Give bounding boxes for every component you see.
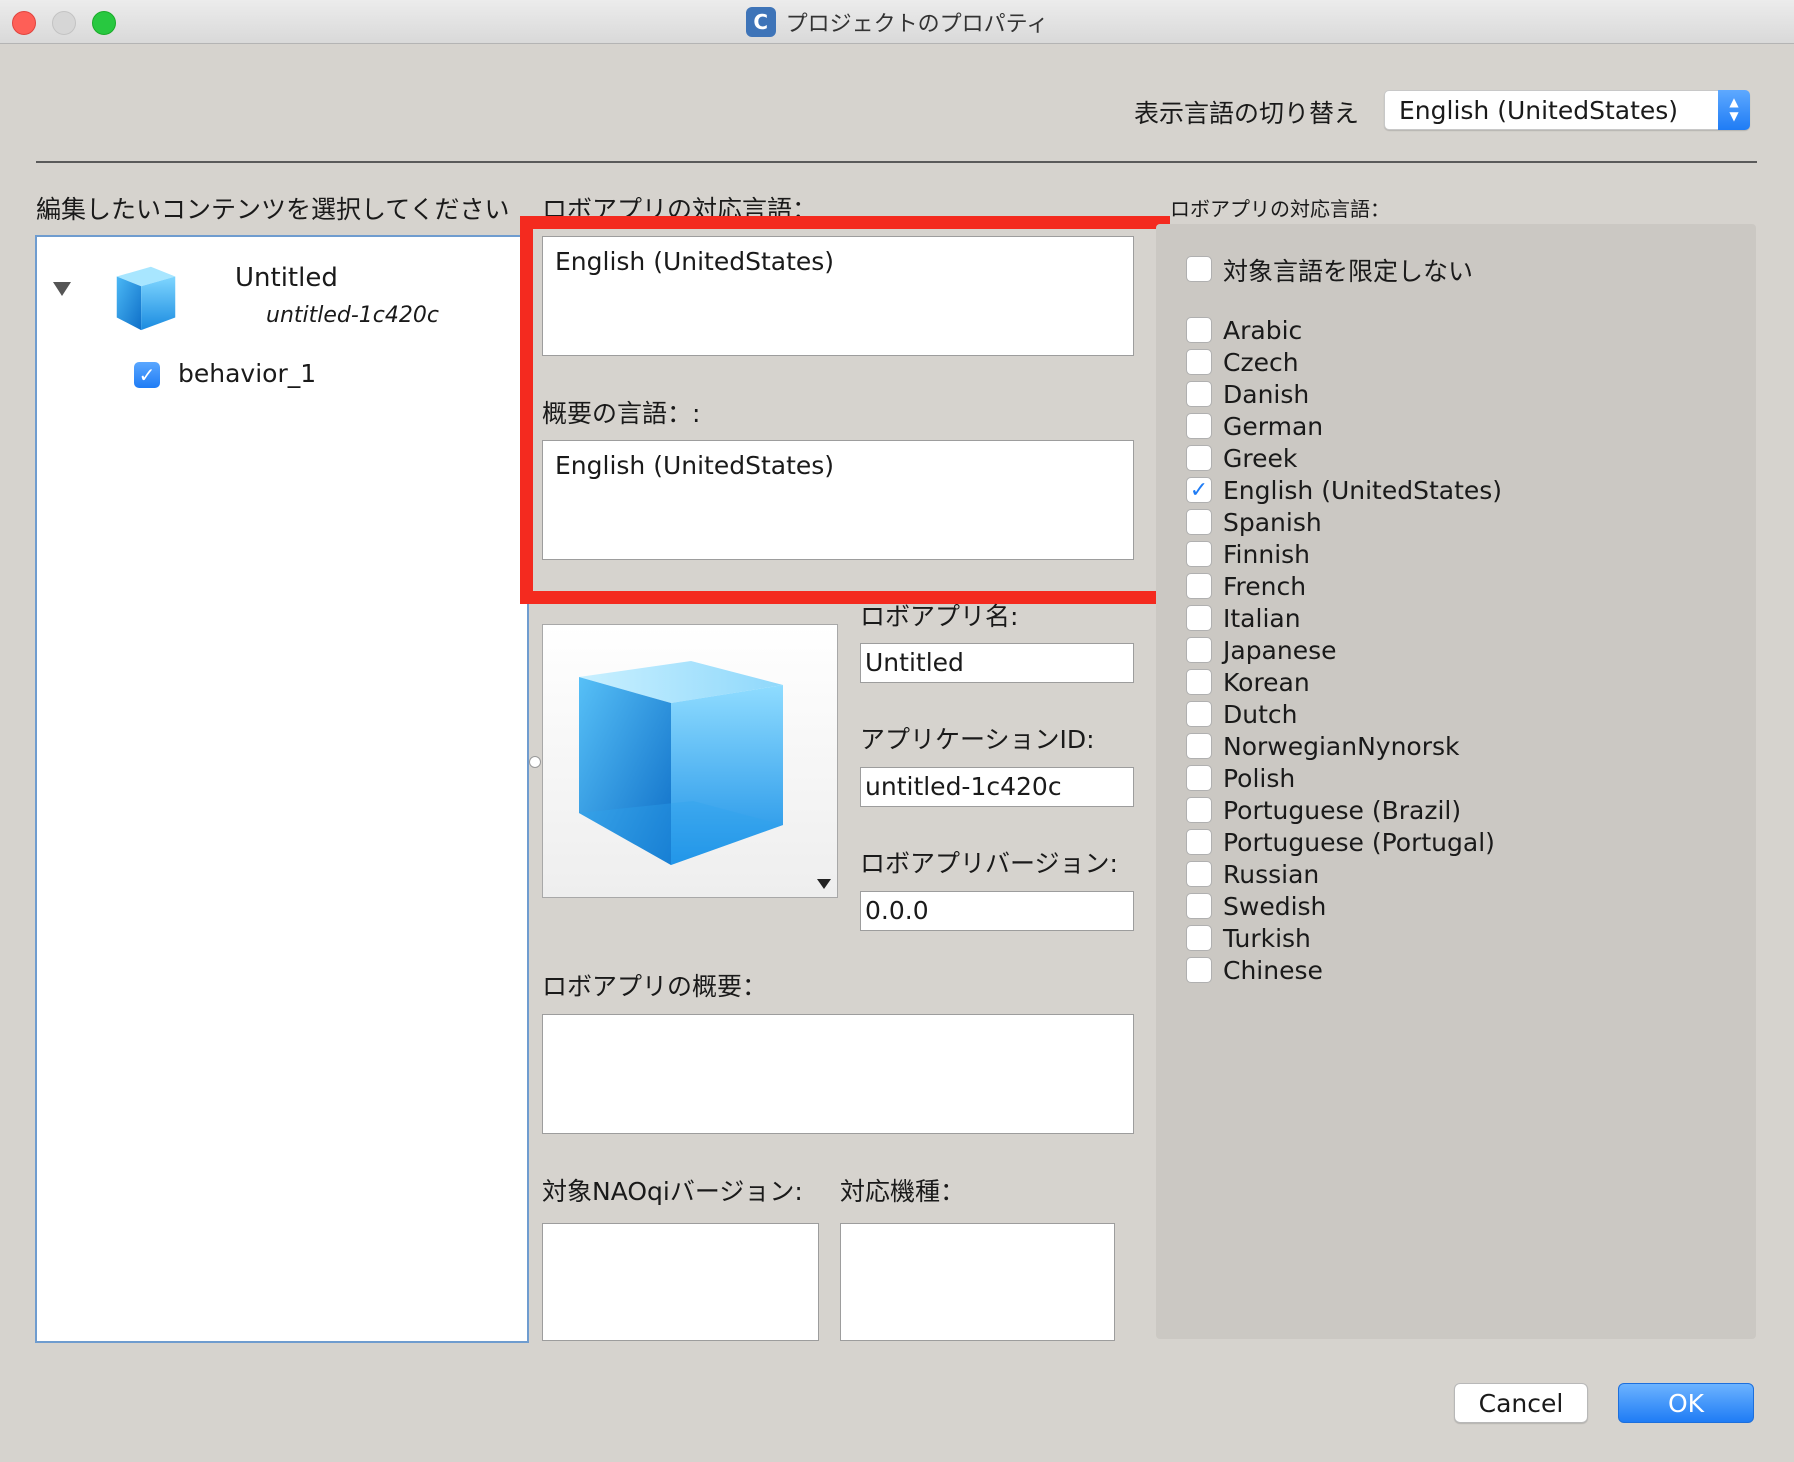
icon-dropdown-arrow-icon[interactable] (817, 879, 831, 889)
language-checkbox[interactable] (1186, 829, 1212, 855)
app-name-input[interactable]: Untitled (860, 643, 1134, 683)
language-label[interactable]: English (UnitedStates) (1223, 476, 1502, 505)
no-language-limit-checkbox[interactable] (1186, 256, 1212, 282)
language-checkbox[interactable] (1186, 701, 1212, 727)
supported-languages-heading: ロボアプリの対応言語： (1170, 197, 1390, 221)
app-version-label: ロボアプリバージョン: (860, 849, 1118, 878)
content-select-heading: 編集したいコンテンツを選択してください (36, 195, 510, 224)
app-id-input[interactable]: untitled-1c420c (860, 767, 1134, 807)
app-id-value: untitled-1c420c (865, 772, 1062, 801)
cube-icon (579, 661, 783, 865)
project-properties-window: C プロジェクトのプロパティ 表示言語の切り替え English (United… (0, 0, 1794, 1462)
language-label[interactable]: Arabic (1223, 316, 1302, 345)
language-label[interactable]: Finnish (1223, 540, 1310, 569)
naoqi-version-field[interactable] (542, 1223, 819, 1341)
language-label[interactable]: Turkish (1223, 924, 1311, 953)
select-arrows-icon: ▲ ▼ (1718, 90, 1750, 130)
display-language-label: 表示言語の切り替え (1134, 99, 1360, 128)
language-checkbox[interactable] (1186, 861, 1212, 887)
language-label[interactable]: French (1223, 572, 1306, 601)
disclosure-triangle-icon[interactable] (53, 282, 71, 296)
display-language-select[interactable]: English (UnitedStates) ▲ ▼ (1384, 90, 1750, 130)
language-checkbox[interactable] (1186, 349, 1212, 375)
language-label[interactable]: Portuguese (Brazil) (1223, 796, 1461, 825)
language-checkbox[interactable] (1186, 797, 1212, 823)
language-label[interactable]: Portuguese (Portugal) (1223, 828, 1495, 857)
app-description-label: ロボアプリの概要： (542, 972, 768, 1001)
supported-models-label: 対応機種： (840, 1177, 966, 1206)
language-label[interactable]: Dutch (1223, 700, 1298, 729)
language-label[interactable]: Polish (1223, 764, 1295, 793)
content-tree[interactable]: Untitled untitled-1c420c ✓ behavior_1 (35, 235, 529, 1343)
language-checkbox[interactable] (1186, 381, 1212, 407)
language-label[interactable]: Korean (1223, 668, 1310, 697)
language-label[interactable]: Chinese (1223, 956, 1323, 985)
ok-button[interactable]: OK (1618, 1383, 1754, 1423)
language-checkbox[interactable] (1186, 573, 1212, 599)
cancel-button[interactable]: Cancel (1454, 1383, 1588, 1423)
window-title-group: C プロジェクトのプロパティ (0, 0, 1794, 44)
language-checkbox[interactable] (1186, 733, 1212, 759)
language-checkbox[interactable] (1186, 413, 1212, 439)
app-name-value: Untitled (865, 648, 964, 677)
app-description-field[interactable] (542, 1014, 1134, 1134)
behavior-checkbox[interactable]: ✓ (134, 362, 160, 388)
cube-icon (116, 266, 176, 331)
app-icon-picker[interactable] (542, 624, 838, 898)
tree-root-subtitle: untitled-1c420c (266, 303, 439, 328)
title-bar: C プロジェクトのプロパティ (0, 0, 1794, 44)
header-divider (36, 161, 1757, 163)
tree-child-behavior[interactable]: behavior_1 (178, 359, 316, 388)
language-label[interactable]: Spanish (1223, 508, 1322, 537)
language-checkbox[interactable] (1186, 893, 1212, 919)
app-version-value: 0.0.0 (865, 896, 929, 925)
language-label[interactable]: Japanese (1223, 636, 1337, 665)
language-checkbox[interactable] (1186, 925, 1212, 951)
language-label[interactable]: Danish (1223, 380, 1309, 409)
display-language-value: English (UnitedStates) (1399, 96, 1679, 125)
red-highlight-frame (520, 216, 1170, 604)
language-label[interactable]: Italian (1223, 604, 1301, 633)
naoqi-version-label: 対象NAOqiバージョン: (542, 1177, 803, 1206)
language-checkbox[interactable] (1186, 317, 1212, 343)
window-title: プロジェクトのプロパティ (785, 12, 1049, 37)
splitter-handle[interactable] (529, 756, 541, 768)
language-label[interactable]: Czech (1223, 348, 1299, 377)
app-name-label: ロボアプリ名: (860, 602, 1019, 631)
app-id-label: アプリケーションID: (860, 725, 1095, 754)
language-checkbox[interactable] (1186, 637, 1212, 663)
no-language-limit-label[interactable]: 対象言語を限定しない (1223, 252, 1473, 288)
language-checkbox[interactable] (1186, 605, 1212, 631)
language-checkbox[interactable] (1186, 957, 1212, 983)
language-checkbox[interactable] (1186, 765, 1212, 791)
language-label[interactable]: German (1223, 412, 1323, 441)
language-checkbox[interactable] (1186, 509, 1212, 535)
language-label[interactable]: Greek (1223, 444, 1297, 473)
language-checkbox[interactable] (1186, 669, 1212, 695)
supported-models-field[interactable] (840, 1223, 1115, 1341)
tree-root-title[interactable]: Untitled (235, 263, 338, 293)
language-label[interactable]: NorwegianNynorsk (1223, 732, 1460, 761)
language-checkbox[interactable] (1186, 541, 1212, 567)
language-checkbox[interactable]: ✓ (1186, 477, 1212, 503)
language-label[interactable]: Russian (1223, 860, 1319, 889)
choregraphe-app-icon: C (745, 7, 776, 37)
language-checkbox[interactable] (1186, 445, 1212, 471)
language-label[interactable]: Swedish (1223, 892, 1326, 921)
app-version-input[interactable]: 0.0.0 (860, 891, 1134, 931)
